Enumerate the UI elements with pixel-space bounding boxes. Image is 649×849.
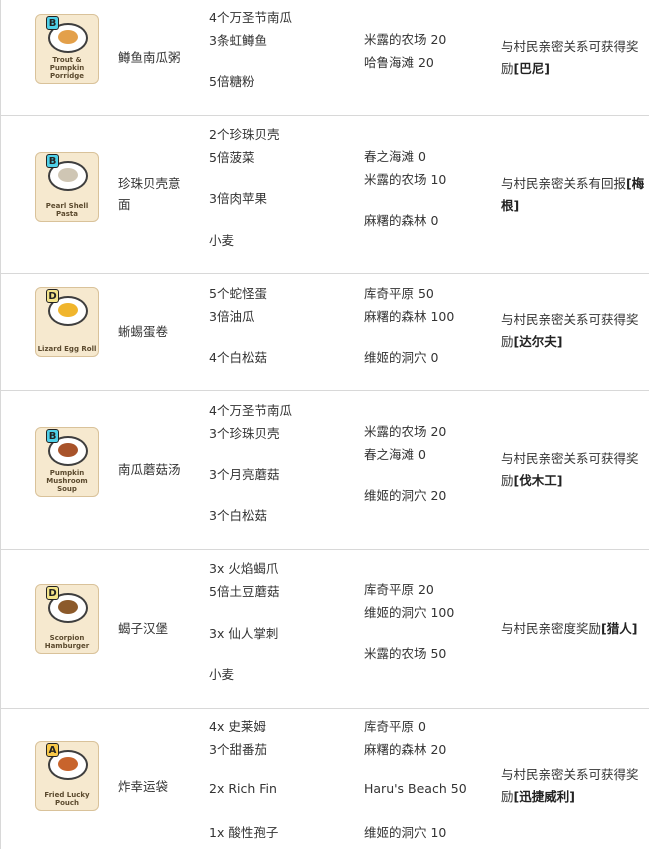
dish-card-title: Pumpkin Mushroom Soup: [46, 469, 88, 493]
recipe-row: D Lizard Egg Roll 蜥蜴蛋卷 5个蛇怪蛋 3倍油瓜 4个白松菇 …: [1, 274, 649, 391]
source: 维姬的洞穴 20: [364, 488, 447, 503]
source: 春之海滩 0: [364, 149, 426, 164]
ingredient: 5倍土豆蘑菇: [209, 584, 280, 599]
unlock-person: [伐木工]: [513, 473, 563, 488]
source: 麻糬的森林 100: [364, 309, 455, 324]
dish-name: 炸幸运袋: [118, 779, 169, 794]
ingredient: 1x 酸性孢子: [209, 825, 279, 840]
unlock-condition: 与村民亲密关系可获得奖励[迅捷威利]: [501, 764, 646, 808]
recipe-row: D Scorpion Hamburger 蝎子汉堡 3x 火焰蝎爪 5倍土豆蘑菇…: [1, 550, 649, 709]
source: Haru's Beach 50: [364, 781, 467, 796]
ingredient: 4个白松菇: [209, 350, 267, 365]
ingredient: 3倍肉苹果: [209, 191, 267, 206]
ingredient: 4x 史莱姆: [209, 719, 266, 734]
dish-card: D Lizard Egg Roll: [35, 287, 99, 357]
source: 米露的农场 20: [364, 424, 447, 439]
recipe-row: B Trout & Pumpkin Porridge 鳟鱼南瓜粥 4个万圣节南瓜…: [1, 0, 649, 116]
unlock-person: [巴尼]: [513, 61, 550, 76]
source: 米露的农场 10: [364, 172, 447, 187]
unlock-condition: 与村民亲密关系有回报[梅根]: [501, 173, 646, 217]
source: 米露的农场 50: [364, 646, 447, 661]
source: 麻糬的森林 0: [364, 213, 439, 228]
ingredient: 小麦: [209, 233, 235, 248]
dish-card-title: Scorpion Hamburger: [44, 634, 90, 650]
ingredient: 4个万圣节南瓜: [209, 10, 292, 25]
source: 维姬的洞穴 0: [364, 350, 439, 365]
dish-name: 鳟鱼南瓜粥: [118, 50, 181, 65]
source: 维姬的洞穴 100: [364, 605, 455, 620]
recipe-row: B Pearl Shell Pasta 珍珠贝壳意面 2个珍珠贝壳 5倍菠菜 3…: [1, 116, 649, 274]
source: 库奇平原 0: [364, 719, 426, 734]
ingredient: 3个白松菇: [209, 508, 267, 523]
ingredient: 2x Rich Fin: [209, 781, 277, 796]
ingredient: 3x 火焰蝎爪: [209, 561, 279, 576]
source: 哈鲁海滩 20: [364, 55, 434, 70]
grade-badge: B: [46, 429, 59, 443]
unlock-condition: 与村民亲密关系可获得奖励[巴尼]: [501, 36, 646, 80]
source: 麻糬的森林 20: [364, 742, 447, 757]
recipe-row: A Fried Lucky Pouch 炸幸运袋 4x 史莱姆 3个甜番茄 2x…: [1, 709, 649, 849]
ingredient: 4个万圣节南瓜: [209, 403, 292, 418]
unlock-text: 与村民亲密关系有回报: [501, 176, 627, 191]
ingredient: 3x 仙人掌刺: [209, 626, 279, 641]
dish-card: B Pumpkin Mushroom Soup: [35, 427, 99, 497]
grade-badge: D: [46, 586, 59, 600]
source: 春之海滩 0: [364, 447, 426, 462]
dish-card-title: Fried Lucky Pouch: [44, 791, 90, 807]
ingredient: 5倍糖粉: [209, 74, 255, 89]
ingredient: 5倍菠菜: [209, 150, 255, 165]
unlock-text: 与村民亲密度奖励: [501, 621, 602, 636]
ingredient: 3个珍珠贝壳: [209, 426, 280, 441]
source: 库奇平原 50: [364, 286, 434, 301]
dish-card: A Fried Lucky Pouch: [35, 741, 99, 811]
unlock-condition: 与村民亲密关系可获得奖励[达尔夫]: [501, 309, 646, 353]
unlock-person: [猎人]: [601, 621, 638, 636]
grade-badge: A: [46, 743, 59, 757]
source: 维姬的洞穴 10: [364, 825, 447, 840]
dish-card: B Pearl Shell Pasta: [35, 152, 99, 222]
recipe-table: B Trout & Pumpkin Porridge 鳟鱼南瓜粥 4个万圣节南瓜…: [0, 0, 649, 849]
ingredient: 3个甜番茄: [209, 742, 267, 757]
dish-card-title: Lizard Egg Roll: [37, 345, 97, 353]
ingredient: 3倍油瓜: [209, 309, 255, 324]
grade-badge: B: [46, 16, 59, 30]
unlock-person: [达尔夫]: [513, 334, 563, 349]
ingredient: 2个珍珠贝壳: [209, 127, 280, 142]
source: 库奇平原 20: [364, 582, 434, 597]
dish-card: D Scorpion Hamburger: [35, 584, 99, 654]
unlock-condition: 与村民亲密关系可获得奖励[伐木工]: [501, 448, 646, 492]
dish-card: B Trout & Pumpkin Porridge: [35, 14, 99, 84]
ingredient: 5个蛇怪蛋: [209, 286, 267, 301]
ingredient: 小麦: [209, 667, 235, 682]
recipe-row: B Pumpkin Mushroom Soup 南瓜蘑菇汤 4个万圣节南瓜 3个…: [1, 391, 649, 550]
dish-card-title: Pearl Shell Pasta: [45, 202, 89, 218]
grade-badge: B: [46, 154, 59, 168]
grade-badge: D: [46, 289, 59, 303]
ingredient: 3条虹鳟鱼: [209, 33, 267, 48]
dish-name: 珍珠贝壳意面: [118, 176, 181, 212]
dish-name: 南瓜蘑菇汤: [118, 462, 181, 477]
dish-card-title: Trout & Pumpkin Porridge: [49, 56, 85, 80]
source: 米露的农场 20: [364, 32, 447, 47]
dish-name: 蜥蜴蛋卷: [118, 324, 169, 339]
ingredient: 3个月亮蘑菇: [209, 467, 280, 482]
dish-name: 蝎子汉堡: [118, 621, 169, 636]
unlock-person: [迅捷威利]: [513, 789, 575, 804]
unlock-condition: 与村民亲密度奖励[猎人]: [501, 618, 646, 640]
